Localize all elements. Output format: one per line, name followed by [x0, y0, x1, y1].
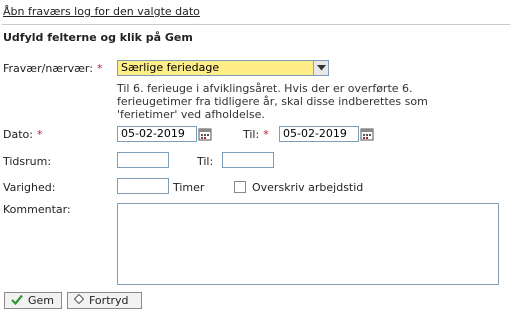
calendar-icon[interactable] — [359, 126, 375, 142]
hours-unit-label: Timer — [173, 181, 205, 194]
override-worktime-label: Overskriv arbejdstid — [252, 181, 364, 194]
absence-log-link[interactable]: Åbn fraværs log for den valgte dato — [3, 5, 200, 18]
required-marker: * — [263, 128, 269, 141]
date-from-input[interactable]: 05-02-2019 — [117, 126, 197, 142]
timespan-to-label: Til: — [197, 155, 214, 168]
absence-type-select[interactable]: Særlige feriedage — [117, 60, 329, 76]
absence-type-value: Særlige feriedage — [121, 61, 220, 74]
checkmark-icon — [11, 294, 23, 308]
comment-label: Kommentar: — [3, 203, 71, 216]
form-instruction: Udfyld felterne og klik på Gem — [3, 31, 193, 44]
save-button[interactable]: Gem — [4, 292, 62, 309]
required-marker: * — [96, 62, 103, 75]
override-worktime-checkbox[interactable] — [234, 181, 246, 193]
duration-label: Varighed: — [3, 181, 56, 194]
absence-label: Fravær/nærvær: * — [3, 62, 103, 75]
date-to-input[interactable]: 05-02-2019 — [279, 126, 359, 142]
required-marker: * — [36, 128, 43, 141]
diamond-icon — [73, 293, 85, 307]
timespan-from-input[interactable] — [117, 152, 169, 168]
date-to-label: Til: * — [243, 128, 269, 141]
timespan-to-input[interactable] — [222, 152, 274, 168]
comment-textarea[interactable] — [117, 203, 499, 285]
cancel-button[interactable]: Fortryd — [67, 292, 142, 309]
chevron-down-icon[interactable] — [313, 61, 328, 75]
top-divider — [2, 24, 510, 25]
date-label: Dato: * — [3, 128, 43, 141]
duration-input[interactable] — [117, 178, 169, 194]
timespan-label: Tidsrum: — [3, 155, 52, 168]
calendar-icon[interactable] — [197, 126, 213, 142]
absence-help-text: Til 6. ferieuge i afviklingsåret. Hvis d… — [117, 82, 428, 121]
